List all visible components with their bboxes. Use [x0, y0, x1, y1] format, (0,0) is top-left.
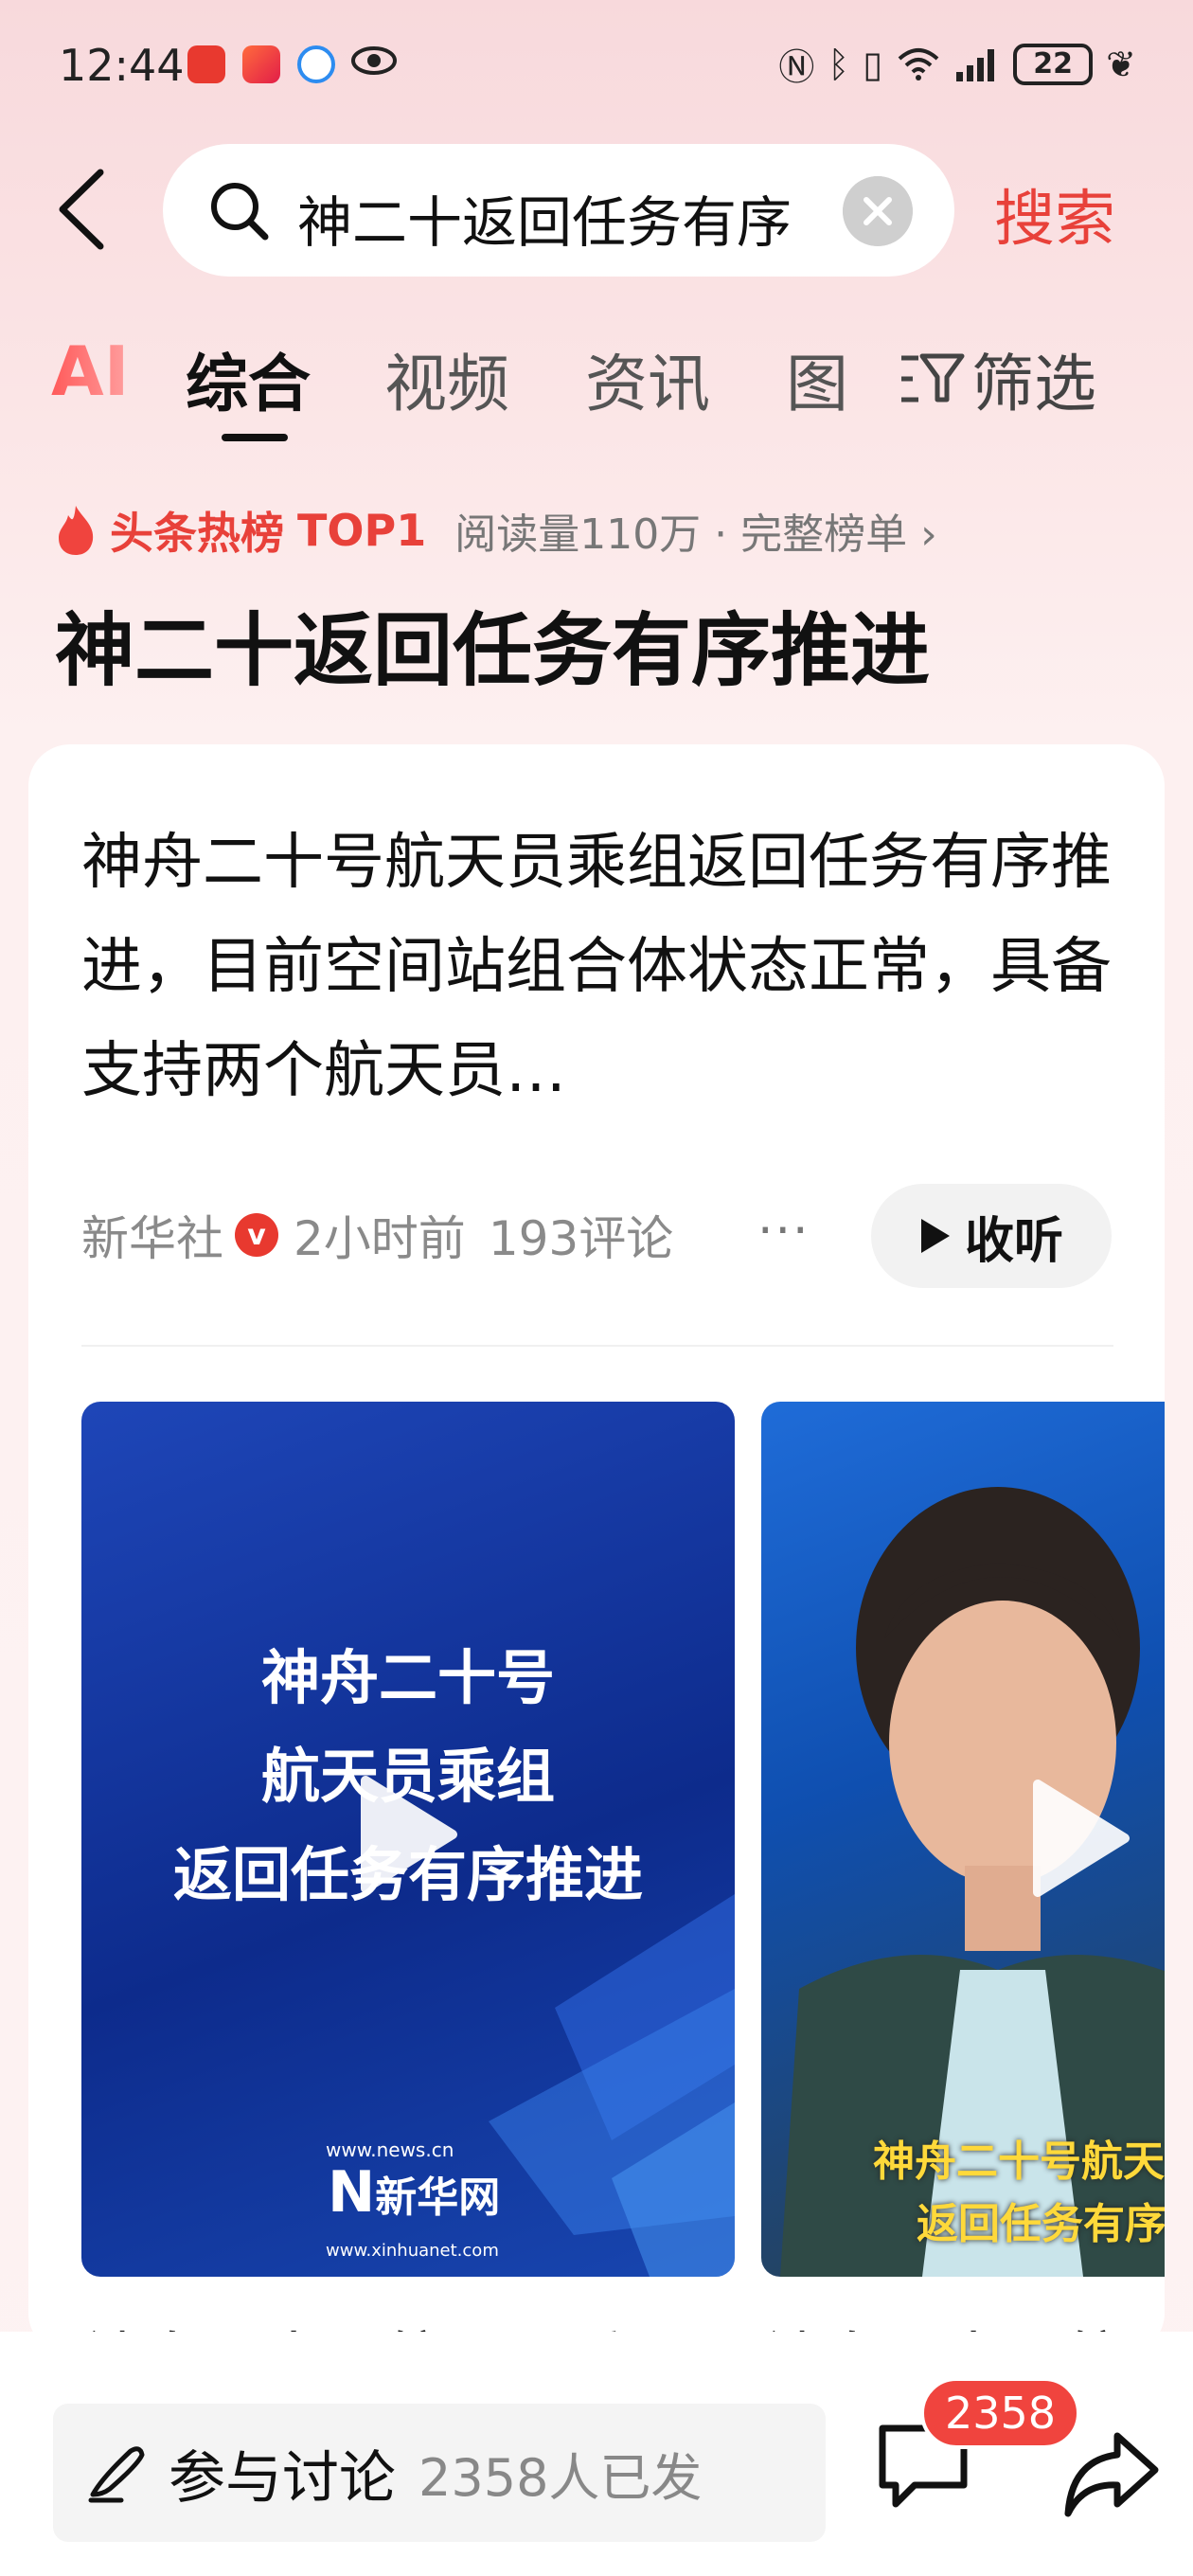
- video-thumbnail-2[interactable]: 神舟二十号航天 返回任务有序: [761, 1402, 1165, 2277]
- tab-ai[interactable]: AI: [51, 331, 130, 411]
- tab-video[interactable]: 视频: [384, 333, 509, 424]
- hot-rank: TOP1: [297, 505, 427, 556]
- active-tab-indicator: [222, 434, 288, 441]
- video-caption: 神舟二十号航天 返回任务有序: [873, 2131, 1165, 2256]
- leaf-icon: ❦: [1106, 43, 1136, 85]
- hot-list-row[interactable]: 头条热榜 TOP1 阅读量110万 · 完整榜单 ›: [53, 500, 937, 561]
- search-query-text[interactable]: 神二十返回任务有序推进: [297, 178, 790, 258]
- discuss-count: 2358人已发: [418, 2447, 703, 2508]
- hot-list-label: 头条热榜: [110, 508, 284, 559]
- huawei-app-icon: [187, 45, 225, 83]
- source-name[interactable]: 新华社: [81, 1201, 223, 1269]
- filter-button[interactable]: 筛选: [899, 333, 1096, 424]
- signal-icon: [956, 48, 995, 81]
- caption-line-2: 返回任务有序: [917, 2200, 1165, 2248]
- search-icon: [211, 183, 269, 241]
- wifi-icon: [898, 47, 939, 80]
- flame-icon: [59, 506, 94, 555]
- play-icon: [1033, 1780, 1130, 1897]
- nfc-icon: Ⓝ: [778, 46, 815, 88]
- topic-title: 神二十返回任务有序推进: [55, 604, 931, 697]
- search-button[interactable]: 搜索: [994, 170, 1115, 258]
- pen-icon: [88, 2446, 145, 2503]
- vibrate-icon: ▯: [863, 43, 883, 85]
- play-icon: [361, 1776, 457, 1893]
- logo-text: 新华网: [375, 2174, 501, 2222]
- status-indicators: Ⓝ ᛒ ▯ 22 ❦: [778, 38, 1136, 90]
- game-app-icon: [242, 45, 280, 83]
- share-icon[interactable]: [1060, 2426, 1165, 2521]
- tab-image[interactable]: 图: [786, 333, 848, 424]
- tab-news[interactable]: 资讯: [585, 333, 710, 424]
- article-summary[interactable]: 神舟二十号航天员乘组返回任务有序推进，目前空间站组合体状态正常，具备支持两个航天…: [81, 811, 1113, 1123]
- battery-indicator: 22: [1013, 43, 1094, 85]
- verified-badge: v: [235, 1213, 278, 1257]
- logo-url-secondary: www.xinhuanet.com: [326, 2241, 499, 2261]
- back-arrow-icon[interactable]: [53, 167, 110, 252]
- clear-icon[interactable]: [843, 176, 913, 246]
- comment-count: 193评论: [488, 1211, 674, 1266]
- play-icon: [920, 1219, 950, 1253]
- comment-count-badge: 2358: [920, 2377, 1081, 2449]
- eye-icon: [351, 46, 397, 75]
- tab-all[interactable]: 综合: [186, 333, 311, 424]
- listen-label: 收听: [964, 1212, 1063, 1270]
- video-thumbnail-1[interactable]: 神舟二十号 航天员乘组 返回任务有序推进 www.news.cn N新华网 ww…: [81, 1402, 735, 2277]
- caption-line-1: 神舟二十号航天: [873, 2138, 1165, 2186]
- tab-bar: AI 综合 视频 资讯 图 筛选: [0, 322, 1193, 445]
- result-card: 神舟二十号航天员乘组返回任务有序推进，目前空间站组合体状态正常，具备支持两个航天…: [28, 744, 1165, 2354]
- bluetooth-icon: ᛒ: [828, 43, 850, 85]
- status-clock: 12:44: [59, 40, 185, 91]
- filter-icon: [901, 353, 965, 402]
- browser-app-icon: [297, 45, 335, 83]
- filter-label: 筛选: [971, 348, 1096, 420]
- discuss-input[interactable]: 参与讨论 2358人已发: [53, 2404, 826, 2542]
- divider: [81, 1345, 1113, 1347]
- status-bar: 12:44 Ⓝ ᛒ ▯ 22 ❦: [0, 0, 1193, 133]
- discuss-label: 参与讨论: [169, 2444, 396, 2512]
- logo-url: www.news.cn: [326, 2138, 454, 2161]
- listen-button[interactable]: 收听: [871, 1184, 1112, 1288]
- overlay-line-1: 神舟二十号: [260, 1643, 555, 1712]
- more-options-icon[interactable]: ···: [757, 1203, 810, 1260]
- hot-meta[interactable]: 阅读量110万 · 完整榜单 ›: [454, 500, 937, 561]
- publish-time: 2小时前: [294, 1211, 466, 1266]
- bottom-bar: 参与讨论 2358人已发 2358: [0, 2332, 1193, 2576]
- search-input[interactable]: 神二十返回任务有序推进: [163, 144, 954, 277]
- xinhua-logo: N新华网: [328, 2159, 501, 2226]
